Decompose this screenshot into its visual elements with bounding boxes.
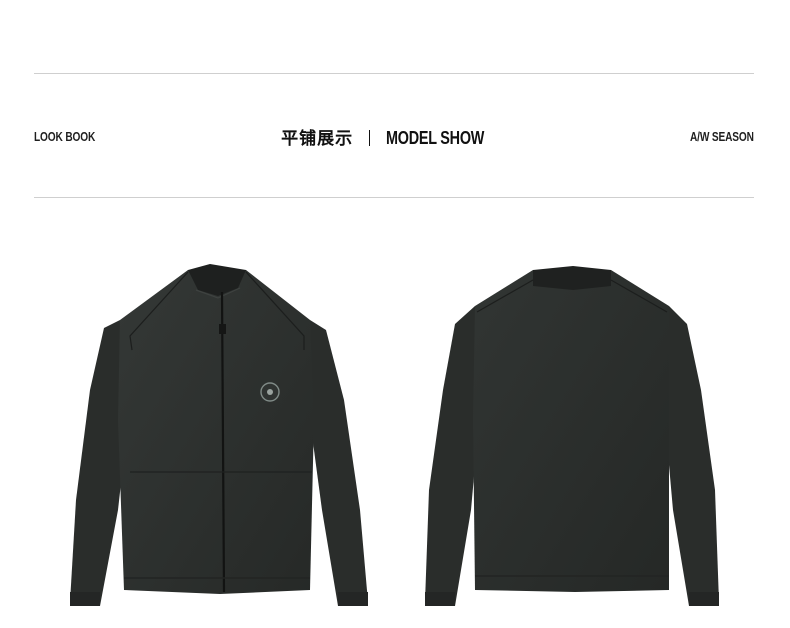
jacket-front-image [60,240,390,620]
section-title: 平铺展示 MODEL SHOW [0,124,790,149]
jacket-back-image [415,240,735,620]
jacket-front-illustration [70,264,368,606]
section-header: LOOK BOOK 平铺展示 MODEL SHOW A/W SEASON [0,118,790,154]
flat-lay-gallery [0,240,790,628]
title-english: MODEL SHOW [386,128,485,148]
title-separator [369,130,371,146]
top-divider [34,73,754,74]
bottom-divider [34,197,754,198]
season-caption: A/W SEASON [690,129,754,144]
title-chinese: 平铺展示 [281,129,354,148]
jacket-back-illustration [425,266,719,606]
